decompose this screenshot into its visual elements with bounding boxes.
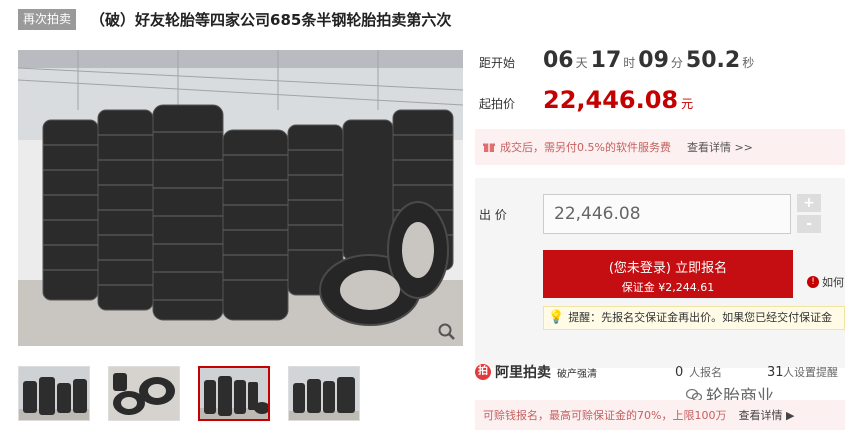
ali-auction-logo-icon: 拍 bbox=[475, 364, 491, 380]
main-product-image[interactable] bbox=[18, 50, 463, 346]
bid-area: 出 价 + - (您未登录) 立即报名 保证金 ¥2,244.61 ! 如何 💡… bbox=[475, 178, 845, 368]
brand-subtitle: 破产强清 bbox=[557, 368, 597, 380]
increase-bid-button[interactable]: + bbox=[797, 194, 821, 212]
countdown-label: 距开始 bbox=[479, 56, 516, 70]
thumbnail-1[interactable] bbox=[18, 366, 90, 421]
countdown: 距开始 06 天 17 时 09 分 50.2 秒 bbox=[479, 48, 757, 73]
loan-notice: 可赊钱报名，最高可赊保证金的70%，上限100万 查看详情 ▶ bbox=[475, 400, 845, 430]
title-row: 再次拍卖 （破）好友轮胎等四家公司685条半钢轮胎拍卖第六次 bbox=[18, 8, 451, 30]
thumbnail-3-selected[interactable] bbox=[198, 366, 270, 421]
start-price-unit: 元 bbox=[681, 97, 694, 111]
decrease-bid-button[interactable]: - bbox=[797, 215, 821, 233]
countdown-seconds: 50.2 bbox=[685, 48, 741, 73]
thumbnail-2[interactable] bbox=[108, 366, 180, 421]
reminder-tip-text: 提醒：先报名交保证金再出价。如果您已经交付保证金 bbox=[568, 311, 833, 324]
fee-details-link[interactable]: 查看详情 >> bbox=[687, 139, 753, 155]
help-link[interactable]: ! 如何 bbox=[807, 274, 844, 290]
reminder-label: 人设置提醒 bbox=[783, 366, 838, 379]
countdown-hours: 17 bbox=[590, 48, 622, 73]
help-link-text: 如何 bbox=[822, 276, 844, 289]
days-unit: 天 bbox=[575, 56, 588, 70]
start-price-value: 22,446.08 bbox=[543, 86, 679, 114]
thumbnail-4[interactable] bbox=[288, 366, 360, 421]
enrolled-count: 0 bbox=[675, 364, 684, 380]
fee-notice-text: 成交后，需另付0.5%的软件服务费 bbox=[500, 141, 671, 154]
bid-label: 出 价 bbox=[479, 208, 507, 222]
seconds-unit: 秒 bbox=[742, 56, 755, 70]
fee-notice: 成交后，需另付0.5%的软件服务费 查看详情 >> bbox=[475, 129, 845, 165]
brand-row: 拍 阿里拍卖 破产强清 0 人报名 31 人设置提醒 bbox=[475, 358, 845, 386]
start-price-label: 起拍价 bbox=[479, 97, 516, 111]
reminder-tip: 💡 提醒：先报名交保证金再出价。如果您已经交付保证金 bbox=[543, 306, 845, 330]
signup-button-label: (您未登录) 立即报名 bbox=[608, 261, 728, 276]
start-price: 起拍价 22,446.08 元 bbox=[479, 86, 693, 114]
tire-stack-illustration bbox=[18, 50, 463, 346]
info-icon: ! bbox=[807, 276, 819, 288]
zoom-icon[interactable] bbox=[437, 322, 457, 342]
deposit-label: 保证金 ¥2,244.61 bbox=[621, 281, 715, 294]
countdown-days: 06 bbox=[543, 48, 574, 73]
brand-name: 阿里拍卖 bbox=[495, 365, 551, 381]
loan-notice-text: 可赊钱报名，最高可赊保证金的70%，上限100万 bbox=[483, 409, 727, 422]
lightbulb-icon: 💡 bbox=[548, 310, 565, 325]
gift-icon bbox=[483, 143, 495, 152]
page-title: （破）好友轮胎等四家公司685条半钢轮胎拍卖第六次 bbox=[90, 10, 452, 29]
bid-input[interactable] bbox=[543, 194, 791, 234]
reauction-tag: 再次拍卖 bbox=[18, 8, 77, 30]
loan-details-link[interactable]: 查看详情 ▶ bbox=[738, 407, 794, 423]
signup-button[interactable]: (您未登录) 立即报名 保证金 ¥2,244.61 bbox=[543, 250, 793, 298]
thumbnail-strip bbox=[18, 366, 378, 421]
hours-unit: 时 bbox=[623, 56, 636, 70]
minutes-unit: 分 bbox=[670, 56, 683, 70]
reminder-count: 31 bbox=[767, 364, 784, 380]
enrolled-label: 人报名 bbox=[689, 366, 722, 379]
countdown-minutes: 09 bbox=[638, 48, 669, 73]
